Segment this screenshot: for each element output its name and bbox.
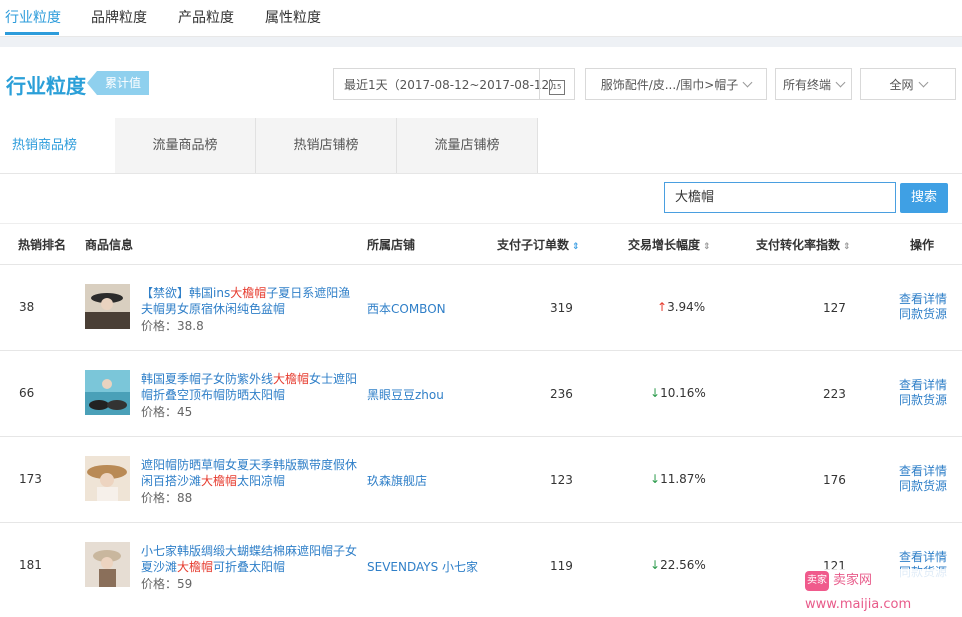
same-source-link[interactable]: 同款货源 bbox=[899, 307, 947, 322]
conversion-cell: 127 bbox=[823, 301, 846, 315]
watermark: 卖家 卖家网 www.maijia.com bbox=[805, 569, 962, 612]
terminal-value: 所有终端 bbox=[782, 78, 831, 92]
growth-cell: ↑3.94% bbox=[657, 300, 706, 314]
product-thumbnail[interactable] bbox=[85, 370, 130, 415]
tab-traffic-shops[interactable]: 流量店铺榜 bbox=[397, 118, 538, 173]
cumulative-badge: 累计值 bbox=[86, 71, 150, 95]
shop-link[interactable]: 玖森旗舰店 bbox=[367, 472, 427, 489]
conversion-cell: 176 bbox=[823, 473, 846, 487]
maijia-logo-icon: 卖家 bbox=[805, 570, 829, 591]
chevron-down-icon bbox=[918, 77, 928, 88]
terminal-dropdown[interactable]: 所有终端 bbox=[775, 68, 852, 100]
divider-band bbox=[0, 37, 962, 47]
shop-link[interactable]: SEVENDAYS 小七家 bbox=[367, 558, 478, 575]
actions-cell: 查看详情同款货源 bbox=[899, 292, 947, 322]
sort-icon[interactable]: ⇕ bbox=[703, 242, 711, 252]
product-price: 价格：38.8 bbox=[141, 319, 204, 333]
view-details-link[interactable]: 查看详情 bbox=[899, 550, 947, 565]
tab-hot-shops[interactable]: 热销店铺榜 bbox=[256, 118, 397, 173]
arrow-down-icon: ↓ bbox=[650, 386, 661, 400]
product-price: 价格：88 bbox=[141, 491, 193, 505]
list-tabbar: 热销商品榜 流量商品榜 热销店铺榜 流量店铺榜 bbox=[0, 118, 962, 174]
rank-cell: 38 bbox=[19, 300, 35, 314]
growth-cell: ↓22.56% bbox=[650, 558, 706, 572]
rank-cell: 173 bbox=[19, 472, 42, 486]
view-details-link[interactable]: 查看详情 bbox=[899, 464, 947, 479]
same-source-link[interactable]: 同款货源 bbox=[899, 479, 947, 494]
calendar-icon[interactable]: 15 bbox=[539, 69, 574, 99]
rank-cell: 181 bbox=[19, 558, 42, 572]
top-nav: 行业粒度 品牌粒度 产品粒度 属性粒度 bbox=[0, 0, 962, 37]
tab-product[interactable]: 产品粒度 bbox=[178, 7, 234, 27]
chevron-down-icon bbox=[742, 77, 753, 88]
tab-brand[interactable]: 品牌粒度 bbox=[91, 7, 147, 27]
growth-cell: ↓10.16% bbox=[650, 386, 706, 400]
view-details-link[interactable]: 查看详情 bbox=[899, 378, 947, 393]
arrow-down-icon: ↓ bbox=[650, 472, 661, 486]
table-row: 66 韩国夏季帽子女防紫外线大檐帽女士遮阳帽折叠空顶布帽防晒太阳帽 价格：45 … bbox=[0, 350, 962, 437]
col-info: 商品信息 bbox=[85, 238, 134, 252]
orders-cell: 319 bbox=[550, 301, 573, 315]
arrow-up-icon: ↑ bbox=[657, 300, 668, 314]
orders-cell: 119 bbox=[550, 559, 573, 573]
region-dropdown[interactable]: 全网 bbox=[860, 68, 956, 100]
table-row: 173 遮阳帽防晒草帽女夏天季韩版飘带度假休闲百搭沙滩大檐帽太阳凉帽 价格：88… bbox=[0, 436, 962, 523]
col-shop: 所属店铺 bbox=[367, 238, 416, 252]
search-button[interactable]: 搜索 bbox=[900, 183, 948, 213]
growth-cell: ↓11.87% bbox=[650, 472, 706, 486]
region-value: 全网 bbox=[889, 78, 914, 92]
category-value: 服饰配件/皮.../围巾>帽子 bbox=[600, 78, 739, 92]
product-thumbnail[interactable] bbox=[85, 284, 130, 329]
actions-cell: 查看详情同款货源 bbox=[899, 464, 947, 494]
tab-hot-products[interactable]: 热销商品榜 bbox=[0, 118, 115, 173]
page-title: 行业粒度 bbox=[6, 74, 86, 98]
conversion-cell: 223 bbox=[823, 387, 846, 401]
chevron-down-icon bbox=[835, 77, 846, 88]
product-name-link[interactable]: 小七家韩版绸缎大蝴蝶结棉麻遮阳帽子女夏沙滩大檐帽可折叠太阳帽 bbox=[141, 543, 359, 575]
shop-link[interactable]: 黑眼豆豆zhou bbox=[367, 386, 444, 403]
product-name-link[interactable]: 韩国夏季帽子女防紫外线大檐帽女士遮阳帽折叠空顶布帽防晒太阳帽 bbox=[141, 371, 359, 403]
category-dropdown[interactable]: 服饰配件/皮.../围巾>帽子 bbox=[585, 68, 767, 100]
col-rank: 热销排名 bbox=[18, 238, 67, 252]
product-thumbnail[interactable] bbox=[85, 456, 130, 501]
product-name-link[interactable]: 遮阳帽防晒草帽女夏天季韩版飘带度假休闲百搭沙滩大檐帽太阳凉帽 bbox=[141, 457, 359, 489]
arrow-down-icon: ↓ bbox=[650, 558, 661, 572]
sort-icon[interactable]: ⇕ bbox=[843, 242, 851, 252]
orders-cell: 123 bbox=[550, 473, 573, 487]
date-range-text: 最近1天（2017-08-12~2017-08-12） bbox=[344, 78, 562, 92]
col-conversion[interactable]: 支付转化率指数 ⇕ bbox=[756, 236, 851, 253]
table-row: 38 【禁欲】韩国ins大檐帽子夏日系遮阳渔夫帽男女原宿休闲纯色盆帽 价格：38… bbox=[0, 264, 962, 351]
tab-industry[interactable]: 行业粒度 bbox=[5, 7, 61, 27]
product-name-link[interactable]: 【禁欲】韩国ins大檐帽子夏日系遮阳渔夫帽男女原宿休闲纯色盆帽 bbox=[141, 285, 359, 317]
tab-traffic-products[interactable]: 流量商品榜 bbox=[115, 118, 256, 173]
col-growth[interactable]: 交易增长幅度 ⇕ bbox=[628, 236, 711, 253]
table-header: 热销排名 商品信息 所属店铺 支付子订单数 ⇕ 交易增长幅度 ⇕ 支付转化率指数 ⇕ … bbox=[0, 223, 962, 265]
product-price: 价格：45 bbox=[141, 405, 193, 419]
product-thumbnail[interactable] bbox=[85, 542, 130, 587]
tab-attribute[interactable]: 属性粒度 bbox=[265, 7, 321, 27]
search-input[interactable]: 大檐帽 bbox=[664, 182, 896, 213]
sort-icon[interactable]: ⇕ bbox=[572, 242, 580, 252]
col-orders[interactable]: 支付子订单数 ⇕ bbox=[497, 236, 580, 253]
actions-cell: 查看详情同款货源 bbox=[899, 378, 947, 408]
same-source-link[interactable]: 同款货源 bbox=[899, 393, 947, 408]
active-tab-indicator bbox=[5, 32, 59, 35]
col-actions: 操作 bbox=[910, 238, 935, 252]
orders-cell: 236 bbox=[550, 387, 573, 401]
view-details-link[interactable]: 查看详情 bbox=[899, 292, 947, 307]
product-price: 价格：59 bbox=[141, 577, 193, 591]
rank-cell: 66 bbox=[19, 386, 35, 400]
shop-link[interactable]: 西本COMBON bbox=[367, 300, 446, 317]
date-range-picker[interactable]: 最近1天（2017-08-12~2017-08-12） 15 bbox=[333, 68, 575, 100]
